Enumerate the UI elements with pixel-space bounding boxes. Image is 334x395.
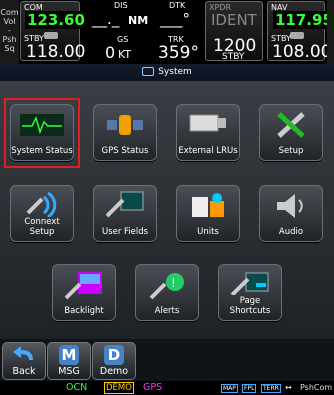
- demo-label: Demo: [99, 366, 129, 377]
- tile-label: External LRUs: [178, 146, 238, 156]
- tile-label: GPS Status: [101, 146, 149, 156]
- selection-highlight: [4, 98, 80, 168]
- dis-label: DIS: [114, 1, 128, 10]
- tile-label: Alerts: [154, 306, 180, 316]
- svg-text:!: !: [171, 276, 176, 290]
- backlight-icon: [64, 272, 102, 300]
- trk-value: 359°: [158, 43, 199, 63]
- msg-icon: M: [59, 345, 79, 365]
- terr-indicator[interactable]: TERR: [261, 384, 281, 393]
- lru-box-icon: [189, 114, 226, 132]
- dis-value: __._: [92, 10, 120, 28]
- msg-button[interactable]: M MSG: [47, 342, 91, 380]
- connext-icon: [26, 191, 57, 217]
- demo-button[interactable]: D Demo: [92, 342, 136, 380]
- swap-icon: [44, 32, 58, 39]
- connext-setup-button[interactable]: Connext Setup: [10, 185, 74, 242]
- backlight-button[interactable]: Backlight: [52, 264, 116, 321]
- external-lrus-button[interactable]: External LRUs: [176, 104, 240, 161]
- gs-label: GS: [117, 35, 129, 44]
- gps-indicator: GPS: [143, 382, 163, 393]
- knob-label-line: Sq: [4, 44, 15, 53]
- alerts-icon: !: [149, 273, 184, 300]
- tile-label: Page Shortcuts: [229, 296, 271, 316]
- knob-label-line: Vol: [3, 17, 16, 26]
- tile-label: Connext Setup: [24, 217, 60, 237]
- page-shortcuts-icon: [230, 272, 269, 295]
- pshcom-label: PshCom: [300, 383, 333, 392]
- map-indicator[interactable]: MAP: [221, 384, 238, 393]
- system-menu: System Status GPS Status External LRUs S…: [0, 81, 334, 339]
- demo-indicator: DEMO: [104, 382, 134, 394]
- dtk-label: DTK: [169, 1, 186, 10]
- xpdr-mode: STBY: [222, 52, 245, 62]
- page-title: System: [158, 67, 192, 77]
- tile-label: Units: [197, 227, 219, 237]
- com-volume-knob-label[interactable]: Com Vol - Psh Sq: [0, 0, 19, 64]
- system-icon: [142, 67, 155, 76]
- tile-label: User Fields: [101, 227, 149, 237]
- page-title-bar: System: [0, 64, 334, 81]
- user-fields-button[interactable]: User Fields: [93, 185, 157, 242]
- page-shortcuts-button[interactable]: Page Shortcuts: [218, 264, 282, 321]
- units-icon: [192, 193, 224, 217]
- dis-unit: NM: [128, 14, 149, 27]
- wrench-screwdriver-icon: [277, 112, 305, 138]
- nav-active-frequency: 117.95: [273, 11, 334, 29]
- speaker-icon: [277, 194, 303, 218]
- tile-label: Setup: [278, 146, 304, 156]
- com-frequency-box[interactable]: COM 123.60 STBY 118.00: [20, 1, 87, 62]
- transponder-box[interactable]: XPDR IDENT 1200 STBY: [205, 1, 263, 62]
- satellite-icon: [107, 115, 143, 135]
- arrow-icon: ↔: [285, 383, 292, 392]
- nav-standby-frequency: 108.00: [272, 42, 332, 62]
- swap-icon: [290, 32, 304, 39]
- right-knob-strip: [327, 0, 334, 64]
- com-standby-frequency: 118.00: [26, 42, 86, 62]
- units-button[interactable]: Units: [176, 185, 240, 242]
- nav-data-field: DIS __._ NM DTK ___° GS 0 KT TRK 359°: [82, 0, 204, 64]
- msg-label: MSG: [58, 366, 80, 377]
- tile-label: Backlight: [64, 306, 104, 316]
- knob-label-line: Com: [0, 8, 19, 17]
- knob-label-line: -: [8, 26, 11, 35]
- alerts-button[interactable]: ! Alerts: [135, 264, 199, 321]
- com-active-frequency: 123.60: [25, 11, 87, 29]
- fpl-indicator[interactable]: FPL: [242, 384, 257, 393]
- nav-frequency-box[interactable]: NAV 117.95 STBY 108.00: [267, 1, 334, 62]
- demo-icon: D: [104, 345, 124, 365]
- gps-status-button[interactable]: GPS Status: [93, 104, 157, 161]
- dtk-value: ___°: [160, 10, 190, 28]
- setup-button[interactable]: Setup: [259, 104, 323, 161]
- back-arrow-icon: [13, 346, 33, 360]
- ocn-indicator: OCN: [66, 382, 88, 393]
- bottom-button-bar: Back M MSG D Demo: [0, 339, 334, 381]
- tile-label: Audio: [278, 227, 304, 237]
- audio-button[interactable]: Audio: [259, 185, 323, 242]
- status-bar: OCN DEMO GPS MAP FPL TERR ↔ PshCom: [0, 381, 334, 395]
- top-bar: Com Vol - Psh Sq COM 123.60 STBY 118.00 …: [0, 0, 334, 64]
- gs-unit: KT: [118, 48, 132, 61]
- user-fields-icon: [105, 191, 144, 218]
- back-button[interactable]: Back: [2, 342, 46, 380]
- gs-value: 0: [105, 43, 116, 62]
- ident-label: IDENT: [211, 11, 257, 29]
- knob-label-line: Psh: [2, 35, 17, 44]
- back-label: Back: [12, 366, 36, 377]
